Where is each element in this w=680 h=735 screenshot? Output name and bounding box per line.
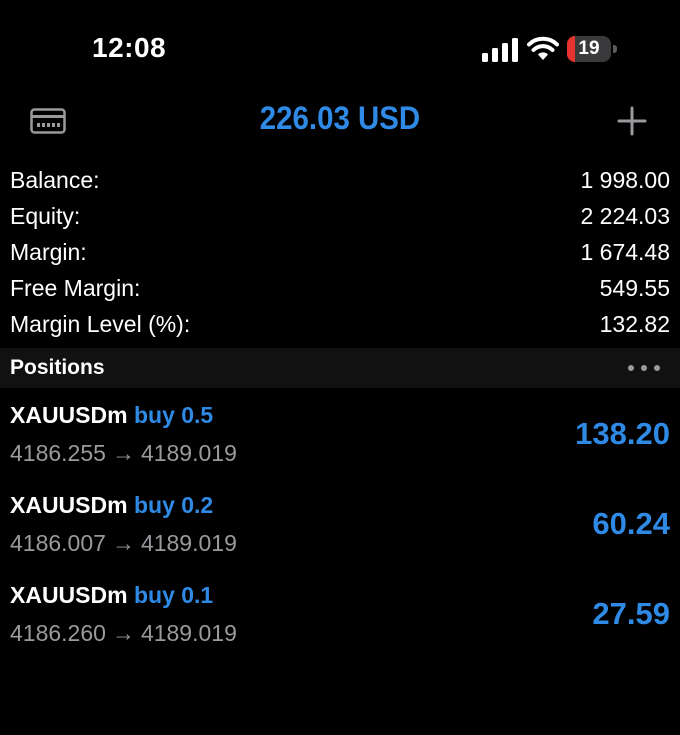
arrow-right-icon: →	[111, 530, 135, 556]
battery-nub	[613, 45, 617, 53]
wifi-icon	[527, 36, 559, 60]
summary-value: 549.55	[599, 275, 670, 301]
summary-value: 1 998.00	[580, 167, 670, 193]
positions-title: Positions	[10, 356, 105, 379]
position-open-price: 4186.007	[10, 530, 106, 556]
plus-icon[interactable]	[617, 106, 647, 136]
status-bar: 12:08 19	[0, 0, 680, 100]
summary-row-balance: Balance: 1 998.00	[0, 162, 680, 198]
position-volume: 0.2	[181, 492, 214, 518]
position-volume: 0.5	[181, 402, 214, 428]
position-open-price: 4186.255	[10, 440, 106, 466]
summary-row-free-margin: Free Margin: 549.55	[0, 270, 680, 306]
position-side: buy	[133, 582, 175, 608]
summary-value: 1 674.48	[580, 239, 670, 265]
status-time: 12:08	[92, 32, 167, 63]
position-prices: 4186.007 → 4189.019	[10, 530, 237, 557]
arrow-right-icon: →	[111, 620, 135, 646]
position-title: XAUUSDm buy 0.1	[10, 582, 213, 609]
position-profit: 60.24	[592, 506, 670, 541]
position-prices: 4186.255 → 4189.019	[10, 440, 237, 467]
position-row[interactable]: XAUUSDm buy 0.1 4186.260 → 4189.019 27.59	[0, 572, 680, 662]
positions-section-header: Positions	[0, 348, 680, 388]
summary-row-margin-level: Margin Level (%): 132.82	[0, 306, 680, 342]
summary-label: Balance:	[10, 167, 100, 193]
account-equity-title: 226.03 USD	[259, 100, 421, 136]
header: 226.03 USD	[0, 96, 680, 146]
battery-icon: 19	[567, 36, 619, 62]
summary-label: Margin:	[10, 239, 87, 265]
position-prices: 4186.260 → 4189.019	[10, 620, 237, 647]
position-title: XAUUSDm buy 0.5	[10, 402, 213, 429]
summary-row-margin: Margin: 1 674.48	[0, 234, 680, 270]
position-profit: 138.20	[575, 416, 670, 451]
battery-level: 19	[578, 38, 600, 59]
position-volume: 0.1	[181, 582, 214, 608]
summary-label: Free Margin:	[10, 275, 141, 301]
position-side: buy	[133, 402, 175, 428]
position-row[interactable]: XAUUSDm buy 0.2 4186.007 → 4189.019 60.24	[0, 482, 680, 572]
positions-list: XAUUSDm buy 0.5 4186.255 → 4189.019 138.20…	[0, 392, 680, 662]
account-summary: Balance: 1 998.00 Equity: 2 224.03 Margi…	[0, 162, 680, 342]
position-current-price: 4189.019	[140, 530, 237, 556]
position-symbol: XAUUSDm	[10, 402, 128, 428]
position-side: buy	[133, 492, 175, 518]
position-current-price: 4189.019	[140, 440, 237, 466]
position-profit: 27.59	[592, 596, 670, 631]
summary-label: Equity:	[10, 203, 81, 229]
position-title: XAUUSDm buy 0.2	[10, 492, 213, 519]
arrow-right-icon: →	[111, 440, 135, 466]
more-icon[interactable]	[626, 361, 662, 375]
position-open-price: 4186.260	[10, 620, 106, 646]
position-symbol: XAUUSDm	[10, 582, 128, 608]
summary-value: 2 224.03	[580, 203, 670, 229]
battery-shell: 19	[567, 36, 611, 62]
position-row[interactable]: XAUUSDm buy 0.5 4186.255 → 4189.019 138.20	[0, 392, 680, 482]
position-symbol: XAUUSDm	[10, 492, 128, 518]
summary-label: Margin Level (%):	[10, 311, 191, 337]
summary-row-equity: Equity: 2 224.03	[0, 198, 680, 234]
position-current-price: 4189.019	[140, 620, 237, 646]
cellular-signal-icon	[482, 38, 518, 62]
summary-value: 132.82	[599, 311, 670, 337]
